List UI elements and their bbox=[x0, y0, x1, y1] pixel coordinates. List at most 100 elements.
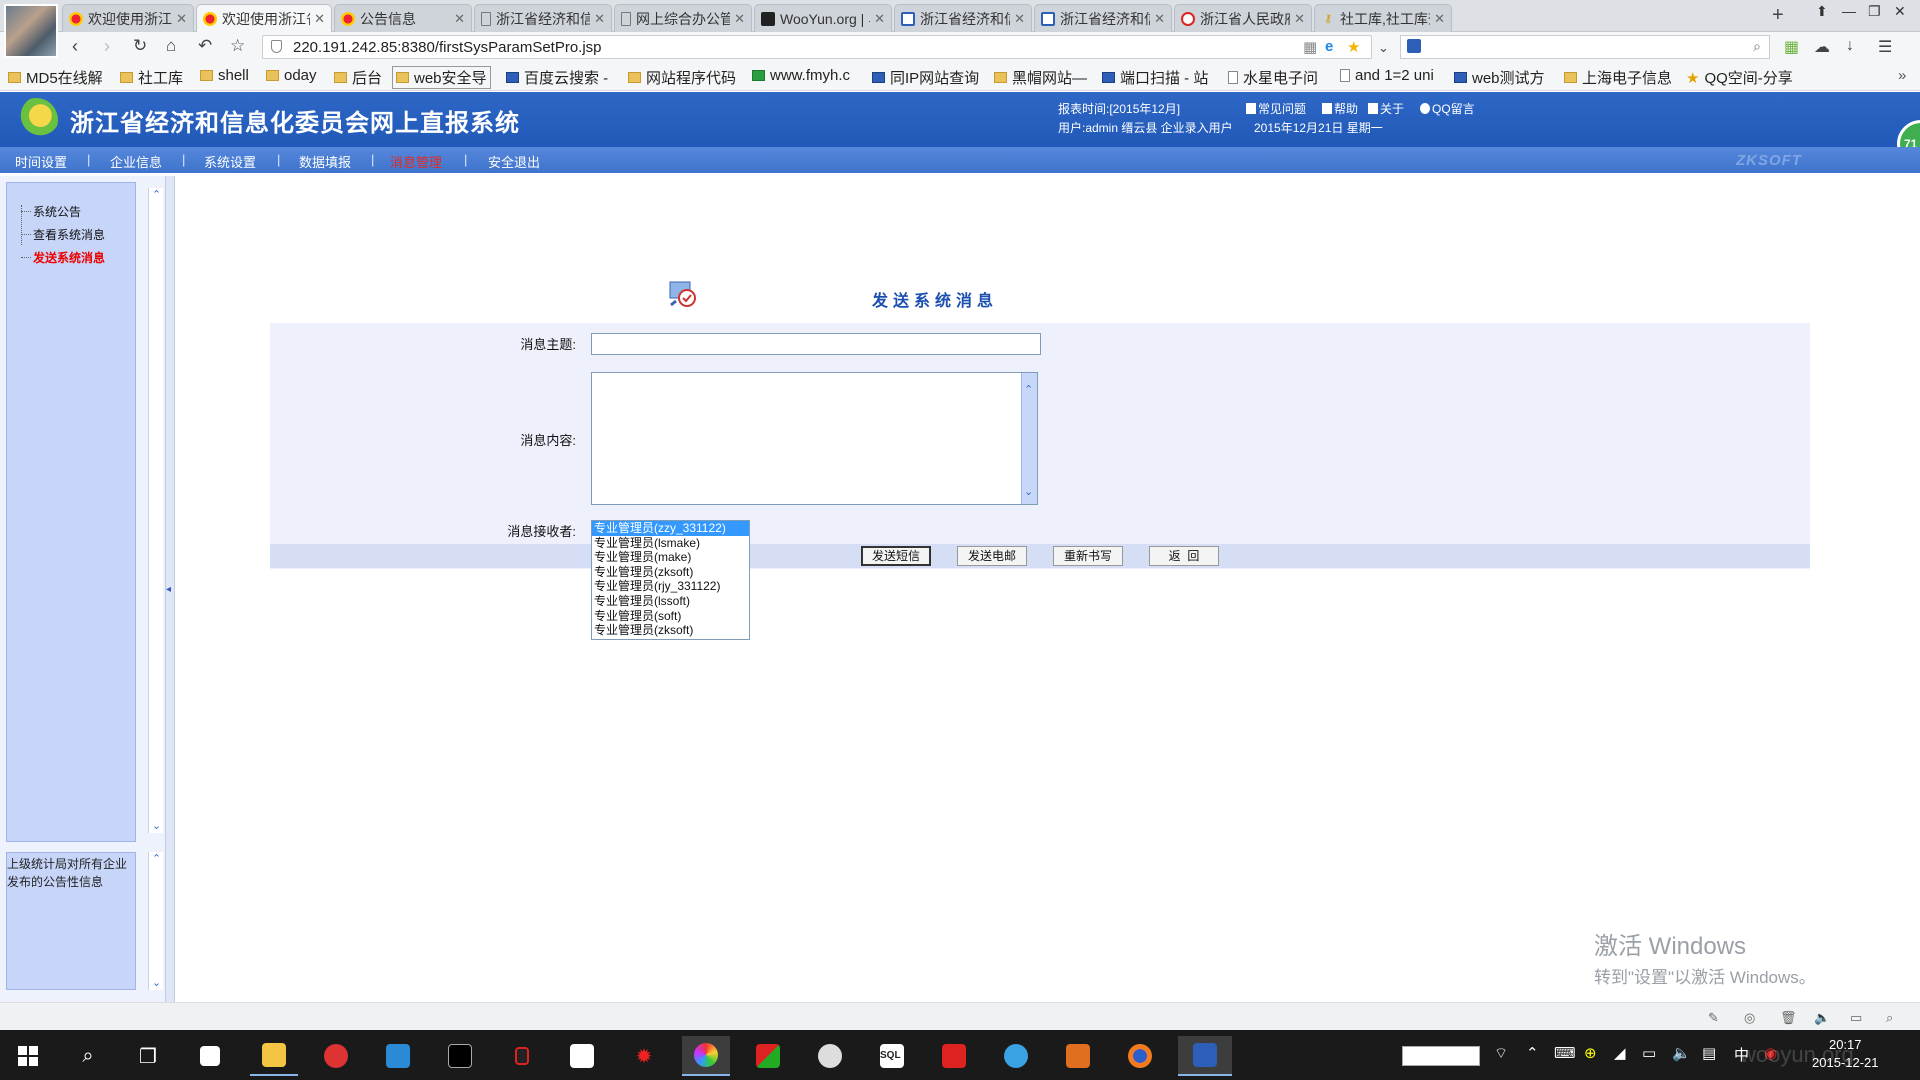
content-textarea[interactable] bbox=[591, 372, 1038, 505]
close-icon[interactable]: ✕ bbox=[454, 11, 465, 27]
plus-badge-icon[interactable]: ⊕ bbox=[1584, 1044, 1597, 1062]
bookmark-item[interactable]: 同IP网站查询 bbox=[872, 67, 979, 88]
qr-icon[interactable]: ▦ bbox=[1303, 38, 1317, 56]
search-icon[interactable]: ⌕ bbox=[1753, 38, 1761, 55]
app-icon-triangle[interactable] bbox=[744, 1036, 792, 1076]
close-icon[interactable]: ✕ bbox=[1294, 11, 1305, 27]
search-icon[interactable]: ⌕ bbox=[64, 1036, 112, 1076]
bookmark-item[interactable]: 网站程序代码 bbox=[628, 67, 736, 88]
forward-icon[interactable]: › bbox=[104, 36, 110, 57]
menu-data-entry[interactable]: 数据填报 bbox=[299, 152, 351, 171]
store-icon[interactable] bbox=[186, 1036, 234, 1076]
close-icon[interactable]: ✕ bbox=[1154, 11, 1165, 27]
faq-link[interactable]: 常见问题 bbox=[1246, 100, 1306, 117]
bug-icon[interactable]: ✹ bbox=[620, 1036, 668, 1076]
cloud-icon[interactable]: ☁ bbox=[1814, 37, 1830, 57]
bookmark-item[interactable]: web测试方 bbox=[1454, 67, 1545, 88]
close-window-button[interactable]: ✕ bbox=[1894, 3, 1906, 20]
favorite-star-icon[interactable]: ★ bbox=[1347, 38, 1360, 56]
scroll-up-icon[interactable]: ⌃ bbox=[1024, 383, 1033, 396]
bookmark-item[interactable]: 百度云搜索 - bbox=[506, 67, 608, 88]
reset-button[interactable]: 重新书写 bbox=[1053, 546, 1123, 566]
chevron-down-icon[interactable]: ⌄ bbox=[1378, 40, 1389, 56]
receiver-option[interactable]: 专业管理员(zzy_331122) bbox=[592, 521, 749, 536]
taskbar-input-box[interactable] bbox=[1402, 1046, 1480, 1066]
menu-company-info[interactable]: 企业信息 bbox=[110, 152, 162, 171]
network-tool-icon[interactable] bbox=[558, 1036, 606, 1076]
app-icon-media[interactable] bbox=[498, 1036, 546, 1076]
bookmark-item[interactable]: ★ QQ空间-分享 bbox=[1686, 67, 1793, 88]
zoom-icon[interactable]: ⌕ bbox=[1886, 1010, 1893, 1026]
bookmark-star-icon[interactable]: ☆ bbox=[230, 36, 245, 56]
minimize-button[interactable]: — bbox=[1842, 3, 1856, 19]
restore-button[interactable]: ❐ bbox=[1868, 3, 1881, 20]
pin-icon[interactable]: ⬆ bbox=[1816, 3, 1828, 20]
pin-icon[interactable]: ✎ bbox=[1708, 1010, 1719, 1026]
flash-icon[interactable] bbox=[1054, 1036, 1102, 1076]
bookmark-item[interactable]: MD5在线解 bbox=[8, 67, 103, 88]
close-icon[interactable]: ✕ bbox=[734, 11, 745, 27]
bookmark-item[interactable]: www.fmyh.c bbox=[752, 67, 850, 84]
menu-message-management[interactable]: 消息管理 bbox=[390, 152, 442, 171]
collapse-arrow-icon[interactable]: ◂ bbox=[166, 584, 171, 595]
speed-icon[interactable]: ◎ bbox=[1744, 1010, 1755, 1026]
sidebar-collapse-handle[interactable]: ◂ bbox=[165, 176, 175, 1002]
close-icon[interactable]: ✕ bbox=[1434, 11, 1445, 27]
chevron-up-icon[interactable]: ⌃ bbox=[1526, 1044, 1539, 1062]
menu-logout[interactable]: 安全退出 bbox=[488, 152, 540, 171]
scroll-up-icon[interactable]: ⌃ bbox=[150, 852, 163, 866]
back-button[interactable]: 返 回 bbox=[1149, 546, 1219, 566]
notice-scrollbar[interactable]: ⌃ ⌄ bbox=[148, 852, 163, 990]
search-box[interactable]: ⌕ bbox=[1400, 35, 1770, 59]
browser-tab[interactable]: 欢迎使用浙江省经✕ bbox=[62, 4, 194, 32]
browser-tab[interactable]: 公告信息 ✕ bbox=[334, 4, 472, 32]
close-icon[interactable]: ✕ bbox=[1014, 11, 1025, 27]
browser-tab[interactable]: 浙江省经济和信息✕ bbox=[474, 4, 612, 32]
menu-icon[interactable]: ☰ bbox=[1878, 37, 1892, 57]
subject-input[interactable] bbox=[591, 333, 1041, 355]
receiver-option[interactable]: 专业管理员(lssoft) bbox=[592, 594, 749, 609]
volume-icon[interactable]: 🔈 bbox=[1672, 1044, 1691, 1062]
bookmark-item[interactable]: 水星电子问 bbox=[1228, 67, 1318, 88]
user-avatar[interactable] bbox=[4, 4, 58, 58]
ie-mode-icon[interactable]: e bbox=[1325, 38, 1333, 55]
url-text[interactable]: 220.191.242.85:8380/firstSysParamSetPro.… bbox=[293, 39, 602, 56]
close-icon[interactable]: ✕ bbox=[874, 11, 885, 27]
undo-icon[interactable]: ↶ bbox=[198, 36, 212, 56]
receiver-option[interactable]: 专业管理员(make) bbox=[592, 550, 749, 565]
system-clock[interactable]: 20:17 2015-12-21 bbox=[1812, 1036, 1879, 1072]
bookmark-item[interactable]: and 1=2 uni bbox=[1340, 67, 1434, 84]
close-icon[interactable]: ✕ bbox=[594, 11, 605, 27]
apps-grid-icon[interactable]: ▦ bbox=[1784, 37, 1799, 57]
network-icon[interactable]: ◢ bbox=[1614, 1044, 1626, 1062]
file-explorer-icon[interactable] bbox=[250, 1036, 298, 1076]
bookmark-item[interactable]: shell bbox=[200, 67, 249, 84]
browser-icon[interactable] bbox=[992, 1036, 1040, 1076]
bookmark-item[interactable]: web安全导 bbox=[392, 66, 491, 89]
window-icon[interactable]: ▭ bbox=[1850, 1010, 1862, 1026]
address-bar[interactable]: 220.191.242.85:8380/firstSysParamSetPro.… bbox=[262, 35, 1372, 59]
volume-icon[interactable]: 🔈 bbox=[1814, 1010, 1830, 1026]
sidebar-item-send-message[interactable]: 发送系统消息 bbox=[33, 249, 105, 266]
browser-tab-active[interactable]: 欢迎使用浙江省经✕ bbox=[196, 4, 332, 32]
clock-app-icon[interactable] bbox=[806, 1036, 854, 1076]
send-email-button[interactable]: 发送电邮 bbox=[957, 546, 1027, 566]
home-icon[interactable]: ⌂ bbox=[166, 36, 176, 56]
browser-tab[interactable]: 浙江省人民政府 ✕ bbox=[1174, 4, 1312, 32]
content-scrollbar[interactable]: ⌃ ⌄ bbox=[1021, 373, 1037, 504]
tree-scrollbar[interactable]: ⌃ ⌄ bbox=[148, 188, 163, 833]
download-icon[interactable]: ↓ bbox=[1846, 37, 1854, 55]
bookmark-item[interactable]: 后台 bbox=[334, 67, 382, 88]
search-engine-icon[interactable] bbox=[1407, 39, 1421, 53]
reload-icon[interactable]: ↻ bbox=[133, 36, 147, 56]
receiver-option[interactable]: 专业管理员(soft) bbox=[592, 609, 749, 624]
receiver-option[interactable]: 专业管理员(lsmake) bbox=[592, 536, 749, 551]
menu-system-settings[interactable]: 系统设置 bbox=[204, 152, 256, 171]
terminal-icon[interactable] bbox=[436, 1036, 484, 1076]
back-icon[interactable]: ‹ bbox=[72, 36, 78, 57]
help-link[interactable]: 帮助 bbox=[1322, 100, 1358, 117]
menu-time-settings[interactable]: 时间设置 bbox=[15, 152, 67, 171]
about-link[interactable]: 关于 bbox=[1368, 100, 1404, 117]
bookmark-item[interactable]: 黑帽网站— bbox=[994, 67, 1087, 88]
sidebar-item-view-messages[interactable]: 查看系统消息 bbox=[33, 226, 105, 243]
